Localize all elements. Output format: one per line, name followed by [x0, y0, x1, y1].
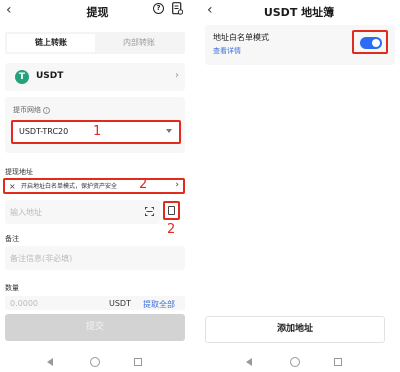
whitelist-banner[interactable]: × 开启地址白名单模式，保护资产安全 2 ›: [3, 177, 185, 194]
nav-back-icon[interactable]: [246, 358, 252, 366]
coin-selector[interactable]: T USDT ›: [5, 63, 185, 91]
annotation-number: 1: [93, 124, 102, 139]
whitelist-toggle-frame: [352, 30, 388, 54]
whitelist-toggle[interactable]: [360, 37, 382, 49]
amount-unit: USDT: [109, 299, 131, 308]
tab-onchain-transfer[interactable]: 链上转账: [7, 34, 95, 52]
annotation-number: 2: [139, 177, 148, 192]
memo-input[interactable]: 备注信息(非必填): [5, 246, 185, 270]
network-value: USDT-TRC20: [19, 127, 69, 136]
address-label: 提现地址: [5, 168, 33, 176]
amount-input[interactable]: 0.0000 USDT 提取全部: [5, 296, 185, 310]
system-nav-bar: [0, 355, 195, 372]
whitelist-banner-text: 开启地址白名单模式，保护资产安全: [21, 183, 118, 190]
nav-home-icon[interactable]: [290, 357, 300, 367]
address-input[interactable]: 输入地址: [5, 200, 160, 224]
submit-button[interactable]: 提交: [5, 314, 185, 341]
address-book-icon: [168, 206, 175, 215]
annotation-number: 2: [167, 222, 176, 237]
info-icon[interactable]: i: [43, 106, 50, 114]
chevron-right-icon: ›: [175, 70, 179, 81]
address-placeholder: 输入地址: [10, 208, 42, 217]
page-title: 提现: [86, 6, 109, 19]
whitelist-title: 地址白名单模式: [213, 33, 269, 42]
nav-home-icon[interactable]: [90, 357, 100, 367]
amount-label: 数量: [5, 284, 19, 292]
withdraw-screen: ‹ 提现 ? 链上转账 内部转账 T USDT › 提币网络 i USDT-TRC…: [0, 0, 195, 372]
nav-recent-icon[interactable]: [134, 358, 142, 366]
help-icon[interactable]: ?: [153, 3, 164, 14]
withdraw-all-link[interactable]: 提取全部: [143, 299, 175, 310]
close-icon[interactable]: ×: [9, 181, 16, 192]
record-icon[interactable]: [172, 2, 183, 15]
page-title: USDT 地址簿: [263, 6, 335, 19]
memo-placeholder: 备注信息(非必填): [10, 254, 73, 263]
system-nav-bar: [198, 355, 400, 372]
add-address-button[interactable]: 添加地址: [205, 316, 385, 343]
nav-recent-icon[interactable]: [334, 358, 342, 366]
amount-placeholder: 0.0000: [10, 299, 38, 308]
address-book-button[interactable]: [163, 201, 180, 220]
transfer-tabs: 链上转账 内部转账: [5, 32, 185, 54]
toggle-knob: [372, 39, 380, 47]
network-select[interactable]: USDT-TRC20 1: [11, 120, 181, 144]
chevron-right-icon: ›: [175, 180, 179, 190]
view-details-link[interactable]: 查看详情: [213, 46, 241, 56]
memo-label: 备注: [5, 235, 19, 243]
scan-icon[interactable]: [145, 207, 154, 216]
tether-icon: T: [15, 70, 29, 84]
network-label: 提币网络 i: [13, 105, 50, 115]
coin-name: USDT: [36, 71, 64, 81]
caret-down-icon: [166, 129, 172, 133]
address-book-screen: ‹ USDT 地址簿 地址白名单模式 查看详情 添加地址: [198, 0, 400, 372]
tab-internal-transfer[interactable]: 内部转账: [95, 34, 183, 52]
withdraw-header: ‹ 提现 ?: [0, 0, 195, 22]
nav-back-icon[interactable]: [47, 358, 53, 366]
